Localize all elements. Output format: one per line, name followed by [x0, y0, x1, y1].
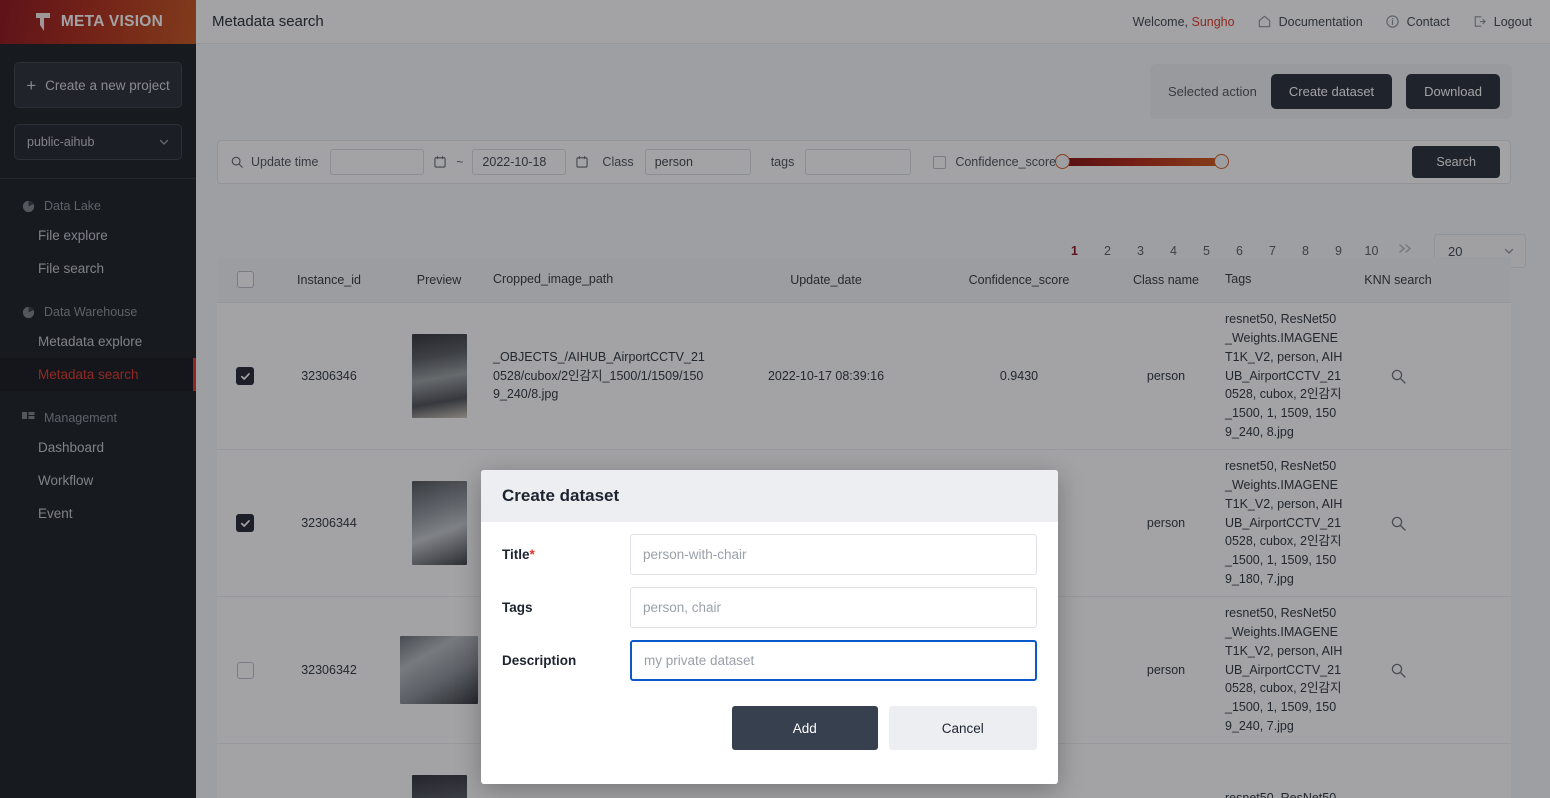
tags-field-row: Tags — [481, 587, 1058, 628]
app-root: META VISION + Create a new project publi… — [0, 0, 1550, 798]
required-marker: * — [529, 547, 535, 562]
modal-tags-label: Tags — [502, 600, 533, 615]
title-input[interactable] — [630, 534, 1037, 575]
modal-tags-input[interactable] — [630, 587, 1037, 628]
title-label: Title* — [502, 547, 535, 562]
modal-buttons: Add Cancel — [481, 706, 1058, 750]
description-label: Description — [502, 653, 577, 668]
title-field-row: Title* — [481, 534, 1058, 575]
description-field-row: Description — [481, 640, 1058, 681]
modal-cancel-button[interactable]: Cancel — [888, 706, 1037, 750]
modal-add-button[interactable]: Add — [732, 706, 878, 750]
create-dataset-modal: Create dataset Title* Tags Description A… — [481, 470, 1058, 784]
modal-title: Create dataset — [481, 470, 1058, 522]
description-input[interactable] — [630, 640, 1037, 681]
